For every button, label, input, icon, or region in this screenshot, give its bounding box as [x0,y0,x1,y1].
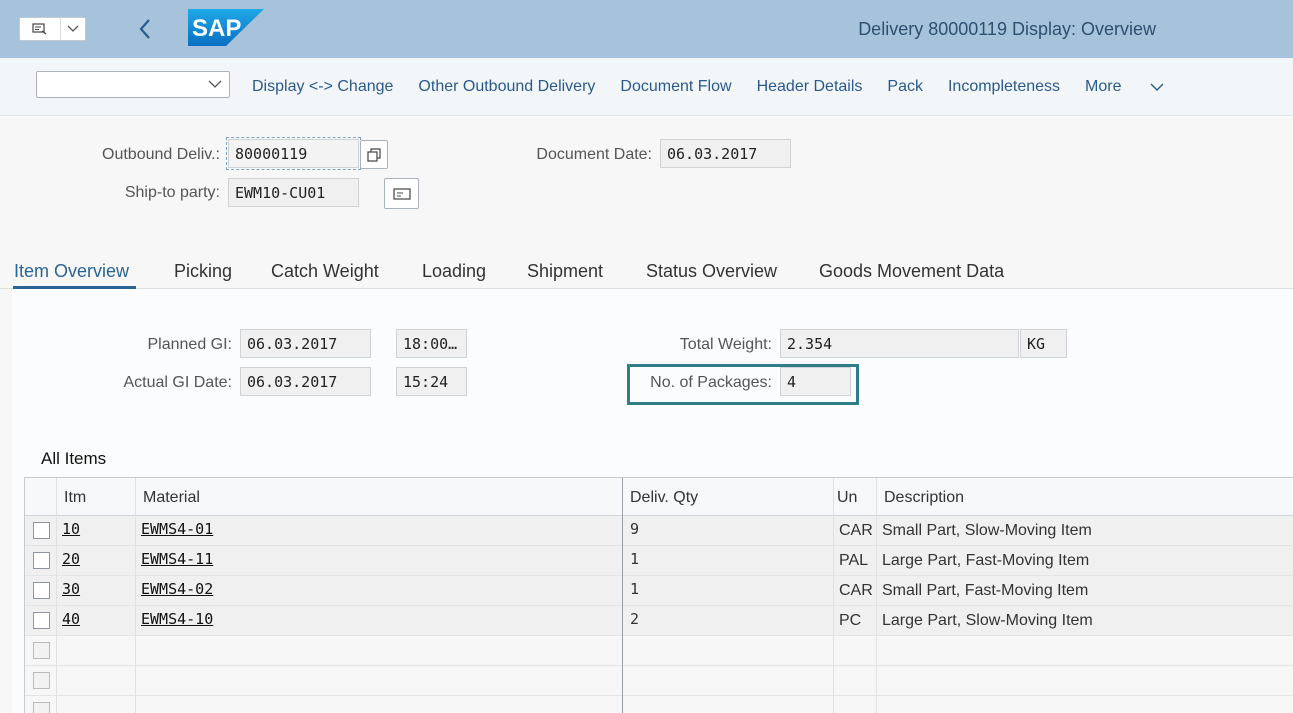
tab-strip: Item Overview Picking Catch Weight Loadi… [0,255,1293,289]
total-weight-field[interactable]: 2.354 [780,329,1019,358]
svg-text:SAP: SAP [192,15,241,42]
document-flow-button[interactable]: Document Flow [620,78,731,96]
item-number-link[interactable]: 20 [62,550,80,568]
material-link[interactable]: EWMS4-11 [141,550,213,568]
column-header-qty[interactable]: Deliv. Qty [630,489,698,507]
row-select-checkbox[interactable] [33,522,50,539]
chevron-down-icon [1150,83,1164,91]
page-title: Delivery 80000119 Display: Overview [858,19,1156,39]
copy-icon[interactable] [360,140,388,169]
item-number-link[interactable]: 40 [62,610,80,628]
column-divider [56,478,57,713]
toolbar-select[interactable] [36,71,230,98]
item-number-link[interactable]: 10 [62,520,80,538]
empty-table-row [25,696,1293,713]
actual-gi-date-field[interactable]: 06.03.2017 [240,367,371,396]
tab-item-overview[interactable]: Item Overview [14,261,129,282]
shell-header: SAP Delivery 80000119 Display: Overview [0,0,1293,58]
unit: PC [839,612,862,629]
back-button[interactable] [134,14,156,44]
material-link[interactable]: EWMS4-01 [141,520,213,538]
tab-picking[interactable]: Picking [174,261,232,282]
tab-status-overview[interactable]: Status Overview [646,261,777,282]
outbound-deliv-label: Outbound Deliv.: [102,146,220,163]
description: Small Part, Fast-Moving Item [882,582,1089,599]
total-weight-label: Total Weight: [679,336,772,353]
more-button[interactable]: More [1085,78,1165,96]
other-outbound-delivery-button[interactable]: Other Outbound Delivery [418,78,595,96]
weight-unit-field[interactable]: KG [1020,329,1067,358]
material-link[interactable]: EWMS4-02 [141,580,213,598]
tab-catch-weight[interactable]: Catch Weight [271,261,379,282]
tab-goods-movement-data[interactable]: Goods Movement Data [819,261,1004,282]
material-link[interactable]: EWMS4-10 [141,610,213,628]
description: Large Part, Slow-Moving Item [882,612,1093,629]
pack-button[interactable]: Pack [887,78,923,96]
ship-to-label: Ship-to party: [124,184,220,201]
planned-gi-label: Planned GI: [147,336,233,353]
tab-shipment[interactable]: Shipment [527,261,603,282]
description: Small Part, Slow-Moving Item [882,522,1092,539]
column-header-un[interactable]: Un [837,489,857,507]
column-header-description[interactable]: Description [884,489,964,507]
more-label: More [1085,78,1122,95]
column-header-material[interactable]: Material [143,489,200,507]
column-divider [833,478,834,713]
empty-table-row [25,636,1293,666]
items-table: Itm Material Deliv. Qty Un Description 1… [24,477,1293,713]
table-row[interactable]: 30 EWMS4-02 1 CAR Small Part, Fast-Movin… [25,576,1293,606]
planned-gi-date-field[interactable]: 06.03.2017 [240,329,371,358]
table-row[interactable]: 10 EWMS4-01 9 CAR Small Part, Slow-Movin… [25,516,1293,546]
table-row[interactable]: 40 EWMS4-10 2 PC Large Part, Slow-Moving… [25,606,1293,636]
deliv-qty: 1 [630,550,640,568]
sap-logo: SAP [188,9,264,46]
fixed-column-divider [622,478,623,713]
column-divider [876,478,877,713]
planned-gi-time-field[interactable]: 18:00… [396,329,467,358]
actual-gi-date-label: Actual GI Date: [123,374,233,391]
row-select-checkbox[interactable] [33,702,50,713]
item-number-link[interactable]: 30 [62,580,80,598]
document-date-label: Document Date: [536,146,652,163]
unit: PAL [839,552,869,569]
actual-gi-time-field[interactable]: 15:24 [396,367,467,396]
document-date-field[interactable]: 06.03.2017 [660,139,791,168]
unit: CAR [839,582,873,599]
table-row[interactable]: 20 EWMS4-11 1 PAL Large Part, Fast-Movin… [25,546,1293,576]
description: Large Part, Fast-Moving Item [882,552,1090,569]
chevron-down-icon[interactable] [61,18,85,40]
chevron-down-icon [207,76,223,97]
empty-table-row [25,666,1293,696]
ship-to-field[interactable]: EWM10-CU01 [228,178,359,207]
deliv-qty: 2 [630,610,640,628]
column-header-itm[interactable]: Itm [64,489,86,507]
row-select-checkbox[interactable] [33,642,50,659]
row-select-checkbox[interactable] [33,552,50,569]
row-select-checkbox[interactable] [33,582,50,599]
unit: CAR [839,522,873,539]
address-card-icon[interactable] [384,178,419,209]
table-title: All Items [41,449,107,468]
packages-highlight-frame [627,364,859,405]
command-icon[interactable] [20,18,61,40]
tab-loading[interactable]: Loading [422,261,486,282]
incompleteness-button[interactable]: Incompleteness [948,78,1060,96]
table-header-row: Itm Material Deliv. Qty Un Description [25,478,1293,516]
outbound-deliv-field[interactable]: 80000119 [226,137,361,170]
deliv-qty: 1 [630,580,640,598]
row-select-checkbox[interactable] [33,672,50,689]
column-divider [135,478,136,713]
header-details-button[interactable]: Header Details [757,78,863,96]
display-change-button[interactable]: Display <-> Change [252,78,393,96]
row-select-checkbox[interactable] [33,612,50,629]
command-field[interactable] [19,17,86,41]
toolbar: Display <-> Change Other Outbound Delive… [0,58,1293,116]
deliv-qty: 9 [630,520,640,538]
